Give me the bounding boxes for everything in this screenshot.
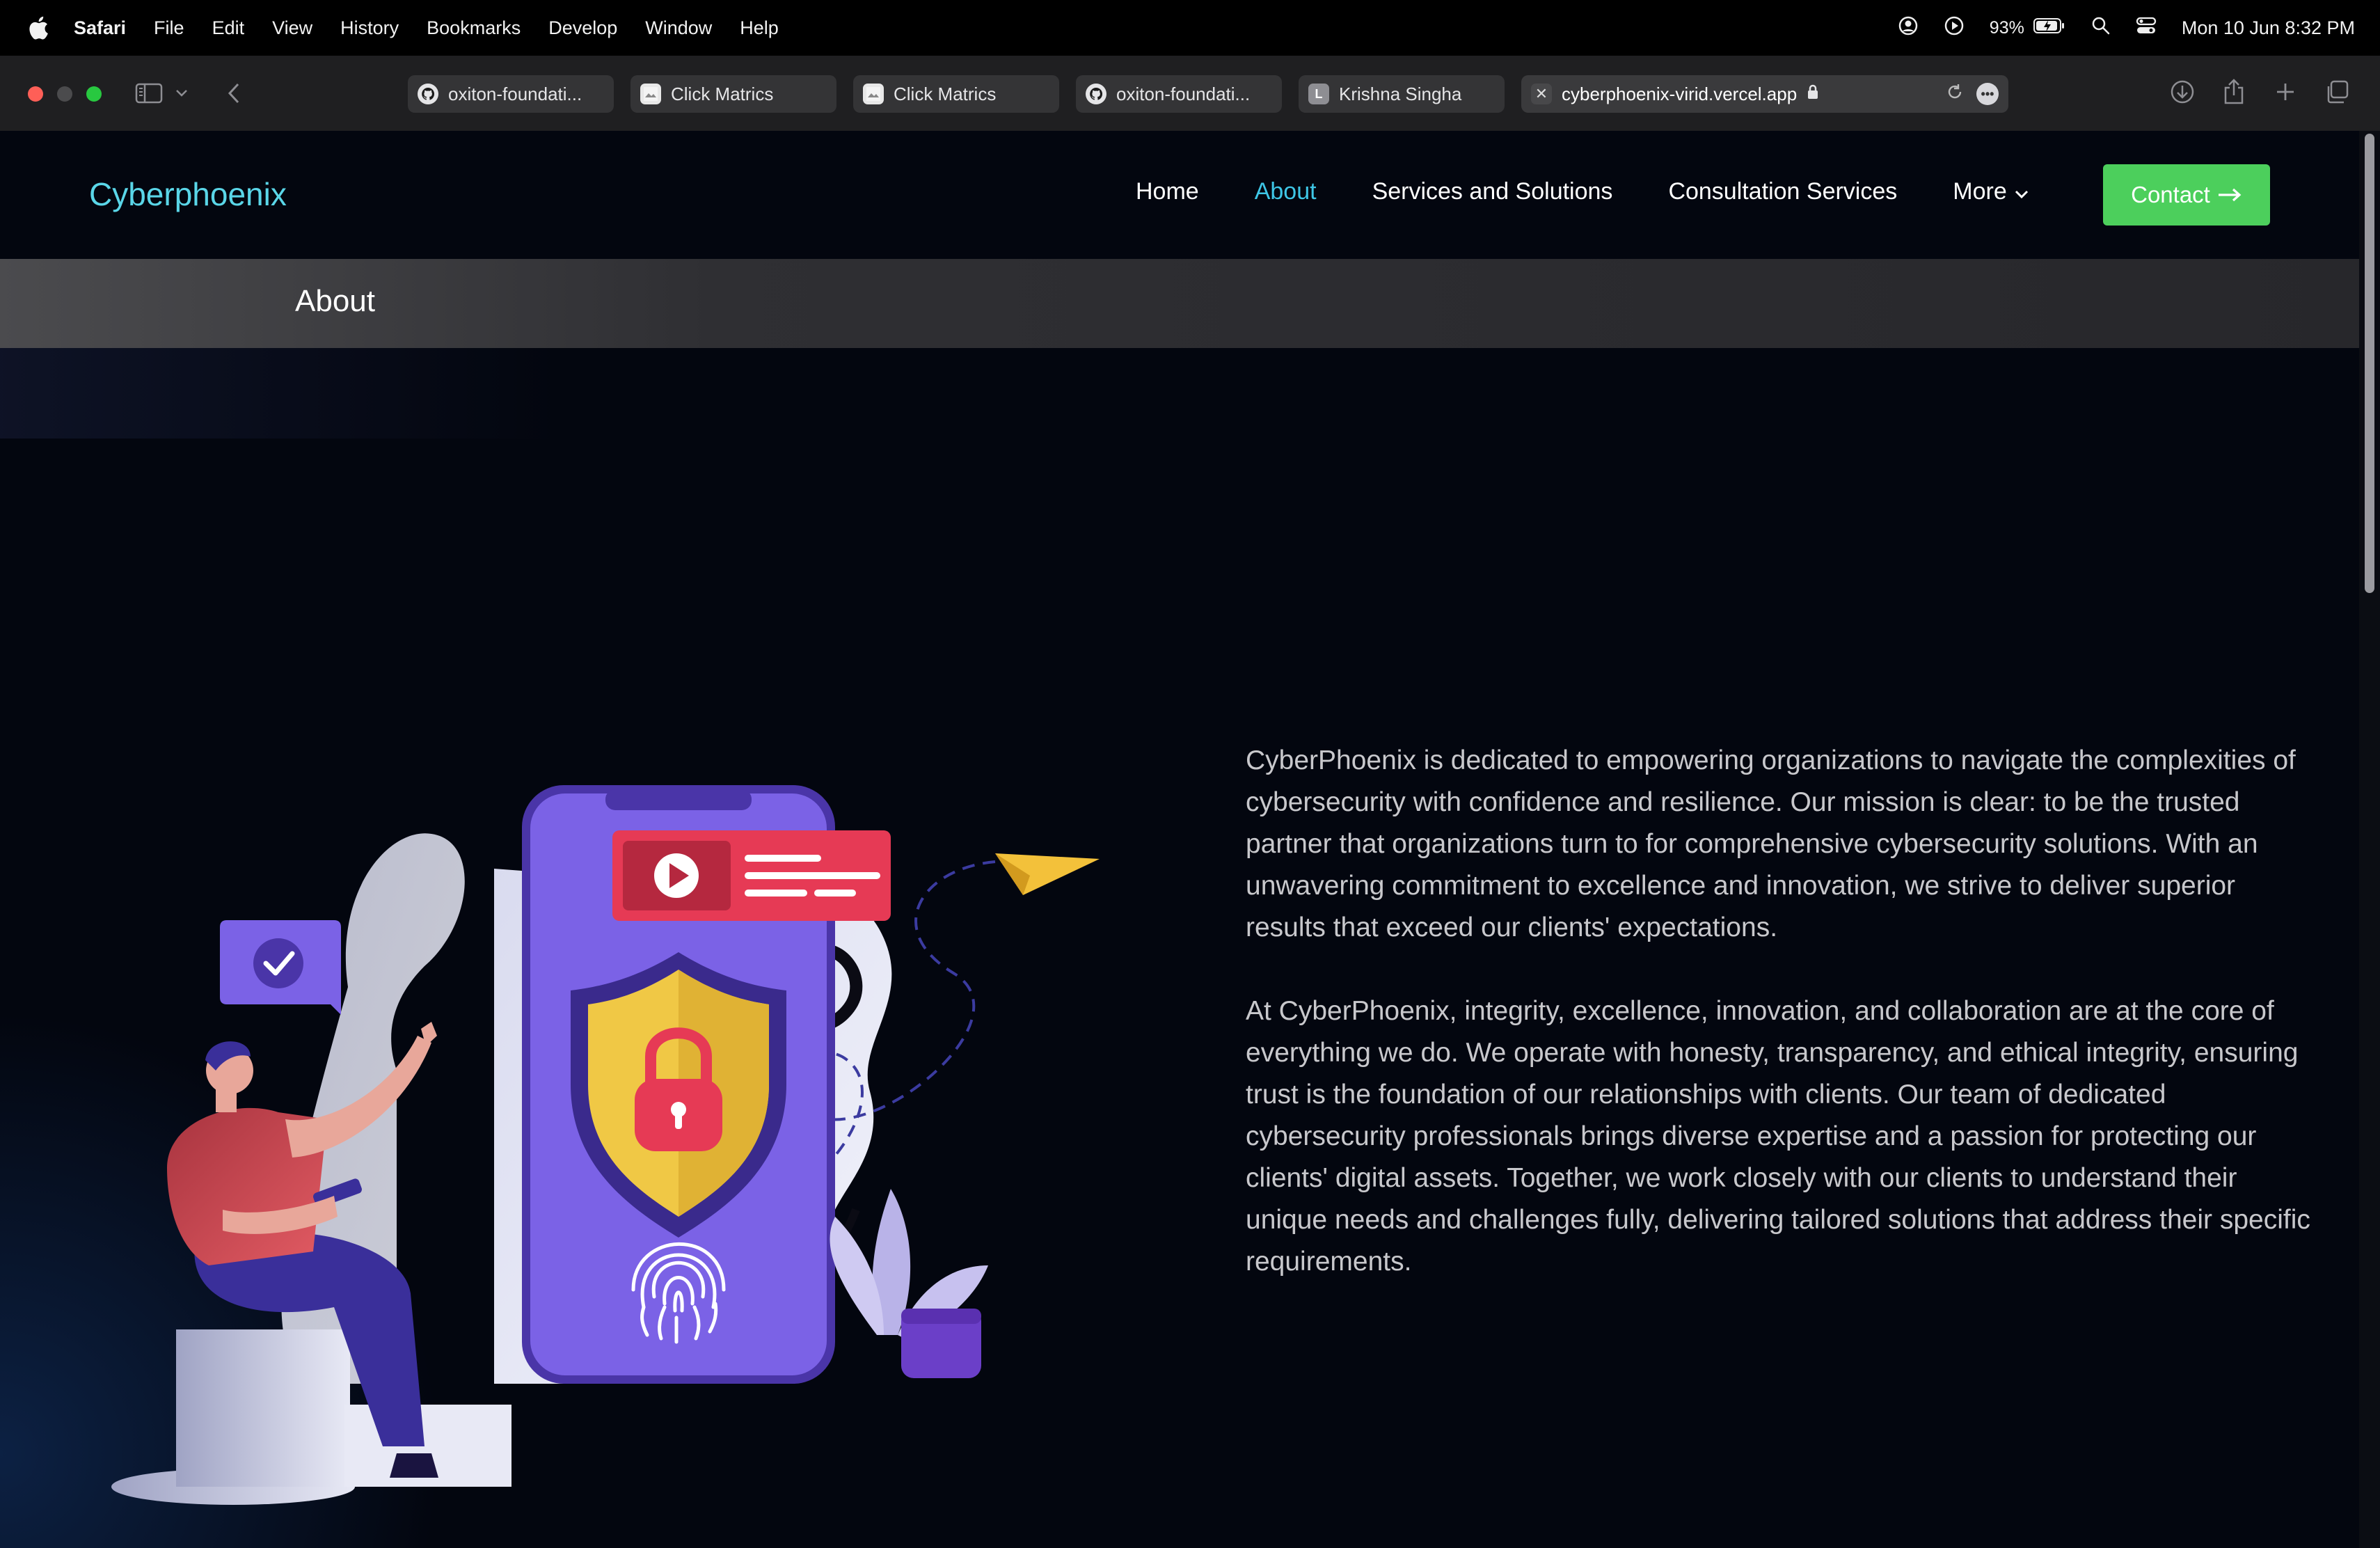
page-menu-icon[interactable]: ••• [1976,83,1999,105]
back-chevron-icon[interactable] [217,77,251,110]
tab-cyberphoenix-active[interactable]: ✕ cyberphoenix-virid.vercel.app ••• [1521,75,2008,113]
now-playing-icon[interactable] [1944,15,1965,41]
tab-overview-icon[interactable] [2322,77,2352,107]
zoom-window-button[interactable] [86,86,102,102]
control-center-icon[interactable] [2136,16,2157,40]
page-icon [640,84,661,104]
tab-click-matrics-2[interactable]: Click Matrics [853,75,1059,113]
tab-title: oxiton-foundati... [1116,83,1251,104]
page-icon [863,84,884,104]
scrollbar-thumb[interactable] [2365,134,2374,593]
sidebar-chevron-down-icon[interactable] [171,77,192,110]
share-icon[interactable] [2219,77,2249,107]
menu-develop[interactable]: Develop [548,17,617,39]
spotlight-search-icon[interactable] [2091,16,2111,40]
battery-icon[interactable] [2033,17,2066,40]
menu-file[interactable]: File [154,17,184,39]
nav-links: Home About Services and Solutions Consul… [1136,178,2029,205]
nav-home[interactable]: Home [1136,178,1199,205]
tab-title: Click Matrics [671,83,774,104]
nav-more-label: More [1953,178,2007,205]
menu-bookmarks[interactable]: Bookmarks [427,17,521,39]
about-description: CyberPhoenix is dedicated to empowering … [1246,740,2317,1325]
menubar-clock[interactable]: Mon 10 Jun 8:32 PM [2182,17,2355,39]
nav-consultation[interactable]: Consultation Services [1668,178,1897,205]
page-header-banner: About [0,259,2359,348]
tab-oxiton-1[interactable]: oxiton-foundati... [408,75,614,113]
close-window-button[interactable] [28,86,43,102]
arrow-right-icon [2217,182,2242,208]
stool [176,1329,350,1487]
site-logo[interactable]: Cyberphoenix [89,175,287,213]
sidebar-toggle-icon[interactable] [132,77,166,110]
menu-view[interactable]: View [272,17,312,39]
about-paragraph-2: At CyberPhoenix, integrity, excellence, … [1246,996,2310,1277]
nav-more-dropdown[interactable]: More [1953,178,2029,205]
letter-l-icon: L [1308,84,1329,104]
reload-icon[interactable] [1946,83,1964,106]
contact-button[interactable]: Contact [2103,164,2270,226]
menu-window[interactable]: Window [645,17,712,39]
lock-icon [1807,84,1819,105]
macos-menubar: Safari File Edit View History Bookmarks … [0,0,2380,56]
nav-about[interactable]: About [1255,178,1317,205]
tab-click-matrics-1[interactable]: Click Matrics [630,75,836,113]
safari-toolbar: oxiton-foundati... Click Matrics Click M… [0,56,2380,132]
tab-title: Krishna Singha [1339,83,1462,104]
tab-bar: oxiton-foundati... Click Matrics Click M… [408,75,2008,113]
about-paragraph-1: CyberPhoenix is dedicated to empowering … [1246,745,2296,942]
menu-history[interactable]: History [340,17,399,39]
battery-percent: 93% [1989,17,2024,38]
webpage: Cyberphoenix Home About Services and Sol… [0,131,2359,1548]
apple-icon[interactable] [26,14,50,42]
page-title: About [295,284,375,318]
tab-title: Click Matrics [894,83,997,104]
github-icon [1086,84,1106,104]
user-account-icon[interactable] [1898,15,1919,41]
tab-krishna-singha[interactable]: L Krishna Singha [1299,75,1505,113]
close-icon[interactable]: ✕ [1531,84,1552,104]
minimize-window-button[interactable] [57,86,72,102]
window-controls [28,86,102,102]
menu-app-name[interactable]: Safari [74,17,126,39]
download-icon[interactable] [2167,77,2198,107]
contact-label: Contact [2131,182,2210,207]
menu-edit[interactable]: Edit [212,17,245,39]
security-illustration [104,639,1113,1523]
address-url[interactable]: cyberphoenix-virid.vercel.app [1562,84,1797,105]
tab-oxiton-2[interactable]: oxiton-foundati... [1076,75,1282,113]
nav-services[interactable]: Services and Solutions [1372,178,1613,205]
chevron-down-icon [2014,178,2029,205]
tab-title: oxiton-foundati... [448,83,582,104]
new-tab-plus-icon[interactable] [2270,77,2301,107]
site-navbar: Cyberphoenix Home About Services and Sol… [0,131,2359,259]
github-icon [418,84,438,104]
menu-help[interactable]: Help [740,17,779,39]
page-scrollbar[interactable] [2359,131,2380,1548]
decorative-band [0,348,557,439]
